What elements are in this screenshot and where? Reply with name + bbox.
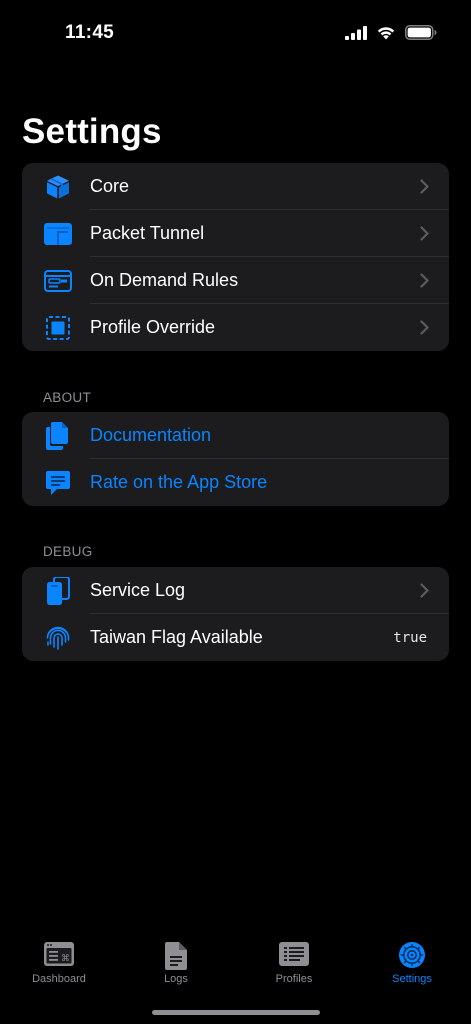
doc-text-icon (117, 942, 235, 970)
tab-settings[interactable]: Settings (353, 940, 471, 1000)
row-rate-app-store[interactable]: Rate on the App Store (22, 459, 449, 506)
list-rect-icon (235, 942, 353, 970)
row-service-log[interactable]: Service Log (22, 567, 449, 614)
about-group: Documentation Rate on the App Store (22, 412, 449, 506)
tab-settings-label: Settings (392, 973, 432, 985)
window-icon (44, 221, 72, 247)
home-indicator (152, 1010, 320, 1015)
rules-card-icon (44, 268, 72, 294)
status-icons (345, 25, 437, 40)
row-taiwan-flag-value: true (393, 629, 427, 646)
chevron-right-icon (420, 320, 429, 340)
gear-icon (353, 942, 471, 970)
tab-logs-label: Logs (164, 973, 188, 985)
row-profile-override-label: Profile Override (90, 317, 216, 337)
row-service-log-label: Service Log (90, 580, 186, 600)
chevron-right-icon (420, 179, 429, 199)
chevron-right-icon (420, 226, 429, 246)
main-settings-group: Core Packet Tunnel On Demand Rules Profi… (22, 163, 449, 351)
status-time: 11:45 (65, 22, 115, 43)
row-taiwan-flag: Taiwan Flag Available true (22, 614, 449, 661)
battery-icon (405, 25, 437, 40)
row-on-demand-rules-label: On Demand Rules (90, 270, 239, 290)
chevron-right-icon (420, 583, 429, 603)
tab-dashboard[interactable]: ⌘ Dashboard (0, 940, 118, 1000)
section-header-about: ABOUT (43, 390, 92, 405)
tab-logs[interactable]: Logs (117, 940, 235, 1000)
override-frame-icon (44, 315, 72, 341)
svg-text:⌘: ⌘ (61, 954, 70, 964)
phone-log-icon (44, 577, 72, 605)
chevron-right-icon (420, 273, 429, 293)
message-bubble-icon (44, 470, 72, 496)
tab-profiles-label: Profiles (275, 973, 313, 985)
row-core-label: Core (90, 176, 130, 196)
wifi-icon (377, 27, 395, 40)
section-header-debug: DEBUG (43, 544, 93, 559)
row-core[interactable]: Core (22, 163, 449, 210)
row-packet-tunnel-label: Packet Tunnel (90, 223, 205, 243)
status-bar: 11:45 (0, 0, 471, 70)
shipping-box-icon (44, 174, 72, 200)
cellular-signal-icon (345, 25, 367, 40)
tab-profiles[interactable]: Profiles (235, 940, 353, 1000)
row-on-demand-rules[interactable]: On Demand Rules (22, 257, 449, 304)
debug-group: Service Log Taiwan Flag Available true (22, 567, 449, 661)
row-packet-tunnel[interactable]: Packet Tunnel (22, 210, 449, 257)
terminal-window-icon: ⌘ (0, 942, 118, 970)
row-rate-app-store-label: Rate on the App Store (90, 472, 268, 492)
page-title: Settings (22, 112, 162, 151)
row-documentation-label: Documentation (90, 425, 212, 445)
row-profile-override[interactable]: Profile Override (22, 304, 449, 351)
tab-dashboard-label: Dashboard (32, 973, 86, 985)
documents-icon (44, 422, 72, 450)
row-taiwan-flag-label: Taiwan Flag Available (90, 627, 263, 647)
fingerprint-icon (44, 625, 72, 651)
row-documentation[interactable]: Documentation (22, 412, 449, 459)
